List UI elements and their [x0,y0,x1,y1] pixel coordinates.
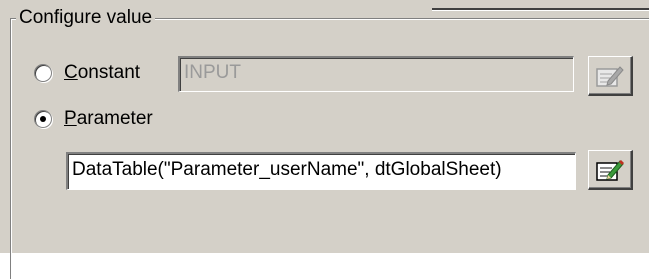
parameter-radio[interactable] [34,110,52,128]
constant-option[interactable]: Constant [34,62,140,84]
parameter-option[interactable]: Parameter [34,108,153,130]
parameter-label-mnemonic: P [64,108,77,129]
constant-label-mnemonic: C [64,62,78,83]
parameter-edit-button[interactable] [588,150,633,190]
parameter-value-field[interactable]: DataTable("Parameter_userName", dtGlobal… [66,152,576,190]
groupbox-title: Configure value [16,6,156,30]
constant-label-rest: onstant [77,62,141,83]
parameter-label[interactable]: Parameter [64,108,153,130]
edit-pencil-icon [595,157,625,183]
edit-pencil-icon [595,63,625,89]
top-divider [432,0,649,10]
configure-value-panel: Configure value Constant INPUT Parameter… [0,0,649,279]
constant-edit-button[interactable] [588,56,633,96]
constant-value-field[interactable]: INPUT [178,56,574,92]
radio-selected-dot [40,116,46,122]
constant-label[interactable]: Constant [64,62,140,84]
parameter-label-rest: arameter [76,108,153,129]
constant-radio[interactable] [34,64,52,82]
top-divider-highlight [432,10,649,11]
